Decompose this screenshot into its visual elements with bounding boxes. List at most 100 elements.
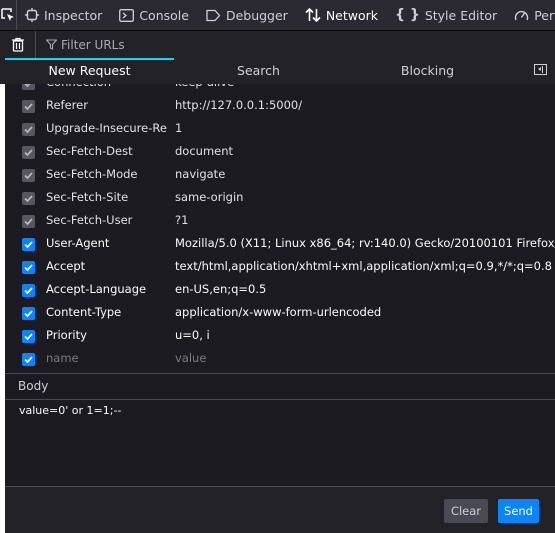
checkmark-icon bbox=[24, 287, 33, 295]
request-headers-list: Connection keep-alive Referer http://127.0.… bbox=[5, 84, 555, 373]
checkmark-icon bbox=[24, 172, 33, 180]
debugger-icon bbox=[206, 9, 221, 21]
header-value-field[interactable]: Mozilla/5.0 (X11; Linux x86_64; rv:140.0… bbox=[175, 236, 555, 250]
header-value-field[interactable]: http://127.0.0.1:5000/ bbox=[175, 98, 302, 112]
header-row: Connection keep-alive bbox=[5, 84, 555, 95]
header-name-field[interactable]: Sec-Fetch-User bbox=[46, 213, 168, 227]
header-value-field[interactable]: keep-alive bbox=[175, 84, 234, 89]
header-name-field[interactable]: Connection bbox=[46, 84, 168, 89]
header-name-field[interactable]: Sec-Fetch-Mode bbox=[46, 167, 168, 181]
header-enabled-checkbox[interactable] bbox=[22, 353, 35, 366]
header-row: Sec-Fetch-User ?1 bbox=[5, 210, 555, 233]
header-name-field[interactable]: Sec-Fetch-Site bbox=[46, 190, 168, 204]
header-row: name value bbox=[5, 348, 555, 371]
tab-style-editor[interactable]: { } Style Editor bbox=[387, 0, 506, 30]
header-value-field[interactable]: navigate bbox=[175, 167, 225, 181]
checkmark-icon bbox=[24, 310, 33, 318]
network-filter-bar: Filter URLs bbox=[0, 31, 555, 59]
checkmark-icon bbox=[24, 356, 33, 364]
checkmark-icon bbox=[24, 149, 33, 157]
body-section-header: Body bbox=[5, 373, 555, 400]
header-name-field[interactable]: Priority bbox=[46, 328, 168, 342]
header-value-field[interactable]: value bbox=[175, 351, 206, 365]
tab-console-label: Console bbox=[139, 7, 189, 23]
element-picker-icon bbox=[1, 8, 14, 21]
tab-inspector[interactable]: Inspector bbox=[17, 0, 111, 30]
header-enabled-checkbox[interactable] bbox=[22, 192, 35, 205]
tab-debugger-label: Debugger bbox=[225, 7, 288, 23]
header-row: Accept text/html,application/xhtml+xml,ap… bbox=[5, 256, 555, 279]
body-label: Body bbox=[18, 379, 49, 393]
checkmark-icon bbox=[24, 103, 33, 111]
header-value-field[interactable]: en-US,en;q=0.5 bbox=[175, 282, 266, 296]
console-icon bbox=[119, 8, 135, 22]
header-name-field[interactable]: Referer bbox=[46, 98, 168, 112]
header-enabled-checkbox[interactable] bbox=[22, 307, 35, 320]
header-enabled-checkbox[interactable] bbox=[22, 215, 35, 228]
tab-search[interactable]: Search bbox=[174, 58, 343, 84]
header-enabled-checkbox[interactable] bbox=[22, 169, 35, 182]
header-name-field[interactable]: Upgrade-Insecure-Re... bbox=[46, 121, 168, 135]
header-row: User-Agent Mozilla/5.0 (X11; Linux x86_64… bbox=[5, 233, 555, 256]
tab-new-request[interactable]: New Request bbox=[5, 58, 174, 84]
header-enabled-checkbox[interactable] bbox=[22, 238, 35, 251]
header-enabled-checkbox[interactable] bbox=[22, 146, 35, 159]
header-row: Accept-Language en-US,en;q=0.5 bbox=[5, 279, 555, 302]
header-value-field[interactable]: application/x-www-form-urlencoded bbox=[175, 305, 381, 319]
header-row: Priority u=0, i bbox=[5, 325, 555, 348]
header-value-field[interactable]: 1 bbox=[175, 121, 182, 135]
checkmark-icon bbox=[24, 84, 31, 88]
network-icon bbox=[305, 7, 321, 23]
clear-button[interactable]: Clear bbox=[444, 499, 488, 523]
header-enabled-checkbox[interactable] bbox=[22, 100, 35, 113]
checkmark-icon bbox=[24, 264, 33, 272]
toggle-sidebar-button[interactable] bbox=[534, 64, 547, 75]
tab-performance-label: Perform bbox=[534, 7, 555, 23]
header-name-field[interactable]: User-Agent bbox=[46, 236, 168, 250]
header-value-field[interactable]: same-origin bbox=[175, 190, 243, 204]
header-row: Upgrade-Insecure-Re... 1 bbox=[5, 118, 555, 141]
sidebar-tabs: New Request Search Blocking bbox=[0, 58, 555, 85]
tab-debugger[interactable]: Debugger bbox=[198, 0, 297, 30]
header-row: Referer http://127.0.0.1:5000/ bbox=[5, 95, 555, 118]
tab-blocking[interactable]: Blocking bbox=[343, 58, 512, 84]
header-name-field[interactable]: Content-Type bbox=[46, 305, 168, 319]
checkmark-icon bbox=[24, 126, 33, 134]
header-value-field[interactable]: u=0, i bbox=[175, 328, 210, 342]
checkmark-icon bbox=[24, 241, 33, 249]
tab-network-label: Network bbox=[325, 7, 379, 23]
send-button[interactable]: Send bbox=[498, 499, 539, 523]
header-name-field[interactable]: name bbox=[46, 351, 168, 365]
header-row: Sec-Fetch-Dest document bbox=[5, 141, 555, 164]
request-footer: Clear Send bbox=[5, 486, 555, 533]
element-picker-button[interactable] bbox=[0, 0, 17, 30]
header-enabled-checkbox[interactable] bbox=[22, 330, 35, 343]
performance-icon bbox=[515, 10, 529, 20]
clear-requests-button[interactable] bbox=[0, 31, 36, 58]
tab-style-editor-label: Style Editor bbox=[424, 7, 498, 23]
tab-performance[interactable]: Perform bbox=[506, 0, 555, 30]
checkmark-icon bbox=[24, 218, 33, 226]
filter-icon bbox=[46, 39, 57, 50]
trash-icon bbox=[11, 37, 24, 52]
header-name-field[interactable]: Accept-Language bbox=[46, 282, 168, 296]
tab-inspector-label: Inspector bbox=[44, 7, 103, 23]
inspector-icon bbox=[25, 8, 39, 22]
header-enabled-checkbox[interactable] bbox=[22, 123, 35, 136]
filter-urls-input[interactable]: Filter URLs bbox=[46, 38, 125, 52]
header-name-field[interactable]: Sec-Fetch-Dest bbox=[46, 144, 168, 158]
header-value-field[interactable]: ?1 bbox=[175, 213, 188, 227]
header-value-field[interactable]: text/html,application/xhtml+xml,applicat… bbox=[175, 259, 552, 273]
tab-network[interactable]: Network bbox=[297, 0, 387, 30]
checkmark-icon bbox=[24, 333, 33, 341]
tab-console[interactable]: Console bbox=[111, 0, 198, 30]
header-value-field[interactable]: document bbox=[175, 144, 233, 158]
header-row: Sec-Fetch-Mode navigate bbox=[5, 164, 555, 187]
checkmark-icon bbox=[24, 195, 33, 203]
header-enabled-checkbox[interactable] bbox=[22, 261, 35, 274]
filter-urls-placeholder: Filter URLs bbox=[61, 37, 125, 52]
header-enabled-checkbox[interactable] bbox=[22, 284, 35, 297]
request-body-textarea[interactable]: value=0' or 1=1;-- bbox=[5, 400, 555, 486]
header-name-field[interactable]: Accept bbox=[46, 259, 168, 273]
header-enabled-checkbox[interactable] bbox=[22, 84, 35, 90]
